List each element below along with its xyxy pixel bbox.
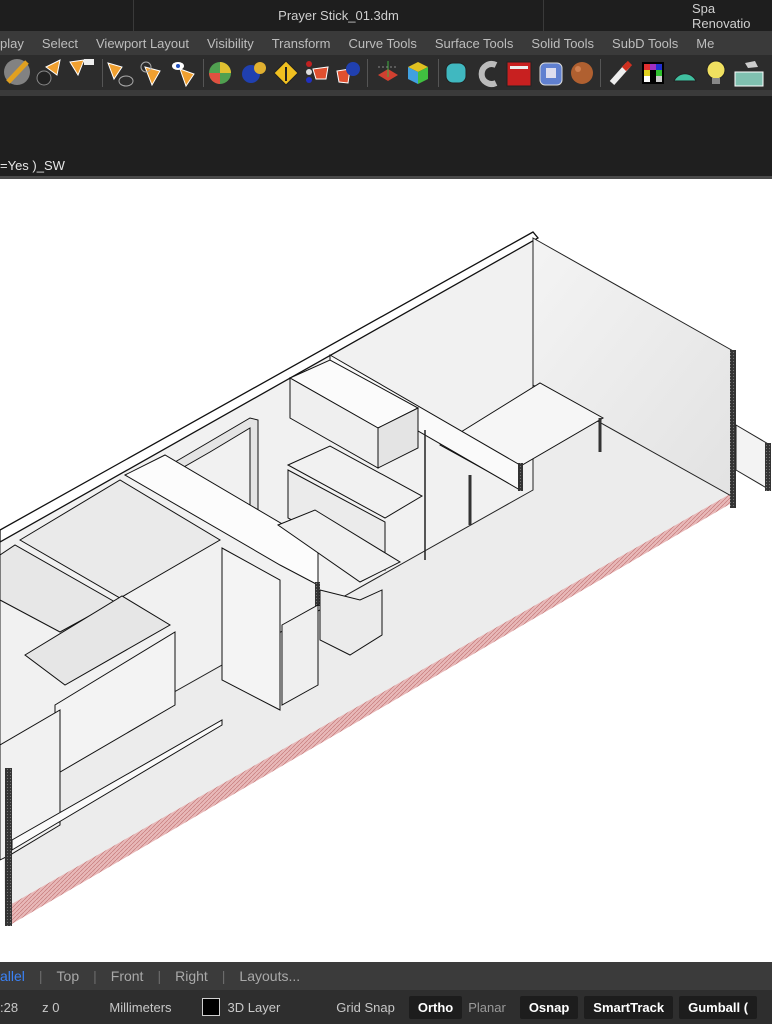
viewport-tabs: allel | Top | Front | Right | Layouts... — [0, 962, 772, 990]
units-button[interactable]: Millimeters — [109, 1000, 171, 1015]
tab-surface-tools[interactable]: Surface Tools — [426, 36, 523, 51]
document-tab-spa-renovation[interactable]: Spa Renovatio — [543, 0, 772, 31]
tab-top[interactable]: Top — [43, 968, 94, 984]
tab-mesh-tools[interactable]: Me — [687, 36, 723, 51]
tab-select[interactable]: Select — [33, 36, 87, 51]
toolbar-icons — [4, 59, 764, 88]
toolbar-separator — [600, 59, 601, 87]
tab-layouts[interactable]: Layouts... — [225, 968, 314, 984]
toolbar-separator — [203, 59, 204, 87]
title-bar: Prayer Stick_01.3dm Spa Renovatio — [0, 0, 772, 31]
toolbar-separator — [367, 59, 368, 87]
revolve-icon[interactable] — [478, 61, 498, 87]
toolbar — [0, 55, 772, 90]
tab-viewport-layout[interactable]: Viewport Layout — [87, 36, 198, 51]
document-tab-prayer-stick[interactable]: Prayer Stick_01.3dm — [133, 0, 543, 31]
smarttrack-toggle[interactable]: SmartTrack — [584, 995, 674, 1019]
tab-transform[interactable]: Transform — [263, 36, 340, 51]
toolbar-separator — [102, 59, 103, 87]
front-wall-section — [5, 768, 12, 926]
layer-traffic-icon[interactable] — [306, 61, 329, 83]
command-history-text: =Yes )_SW — [0, 158, 65, 173]
end-wall-section — [730, 350, 736, 508]
select-point-icon[interactable] — [36, 59, 61, 86]
toolbar-separator — [438, 59, 439, 87]
grid-snap-toggle[interactable]: Grid Snap — [336, 1000, 395, 1015]
model-render — [0, 231, 771, 926]
document-tab-1[interactable] — [0, 0, 133, 31]
toolbar-tab-bar: play Select Viewport Layout Visibility T… — [0, 31, 772, 55]
stub-wall — [735, 424, 771, 491]
paint-brush-icon[interactable] — [609, 60, 633, 85]
layer-button[interactable]: 3D Layer — [228, 1000, 281, 1015]
layer-color-swatch[interactable] — [201, 998, 220, 1016]
select-visible-icon[interactable] — [172, 62, 195, 88]
tab-curve-tools[interactable]: Curve Tools — [339, 36, 425, 51]
ground-plane-icon[interactable] — [734, 61, 764, 87]
stub-wall-section — [765, 443, 771, 491]
tab-visibility[interactable]: Visibility — [198, 36, 263, 51]
select-last-icon[interactable] — [69, 59, 94, 77]
cross-beam-section — [315, 582, 320, 606]
dome-light-icon[interactable] — [673, 73, 697, 82]
tab-front[interactable]: Front — [97, 968, 158, 984]
merge-sign-icon[interactable] — [273, 60, 299, 86]
tab-right[interactable]: Right — [161, 968, 222, 984]
tab-display[interactable]: play — [0, 36, 33, 51]
subd-box-icon[interactable] — [539, 62, 563, 86]
solid-cap-icon[interactable] — [445, 62, 467, 84]
line-tool-icon[interactable] — [4, 59, 30, 85]
partition-section — [518, 463, 523, 491]
bulb-light-icon[interactable] — [706, 60, 726, 84]
gumball-toggle[interactable]: Gumball ( — [679, 995, 758, 1019]
color-cube-icon[interactable] — [408, 62, 428, 84]
color-sphere-icon[interactable] — [209, 62, 231, 84]
planar-toggle[interactable]: Planar — [468, 1000, 506, 1015]
material-grid-icon[interactable] — [642, 62, 664, 84]
boolean-union-icon[interactable] — [336, 62, 360, 84]
gumball-axes-icon[interactable] — [378, 61, 398, 81]
group-spheres-icon[interactable] — [242, 62, 266, 83]
osnap-toggle[interactable]: Osnap — [519, 995, 579, 1019]
coordinate-y: :28 — [0, 999, 19, 1015]
tab-solid-tools[interactable]: Solid Tools — [522, 36, 603, 51]
extrude-red-icon[interactable] — [506, 61, 532, 87]
tab-subd-tools[interactable]: SubD Tools — [603, 36, 687, 51]
render-sphere-icon[interactable] — [571, 62, 593, 84]
coordinate-z: z 0 — [42, 999, 60, 1015]
ortho-toggle[interactable]: Ortho — [408, 995, 463, 1019]
select-rotate-icon[interactable] — [140, 61, 161, 87]
perspective-viewport[interactable] — [0, 179, 772, 962]
tab-parallel[interactable]: allel — [0, 968, 39, 984]
command-history: =Yes )_SW — [0, 96, 772, 176]
status-bar: :28 z 0 Millimeters 3D Layer Grid Snap O… — [0, 990, 772, 1024]
select-curve-icon[interactable] — [107, 62, 134, 87]
